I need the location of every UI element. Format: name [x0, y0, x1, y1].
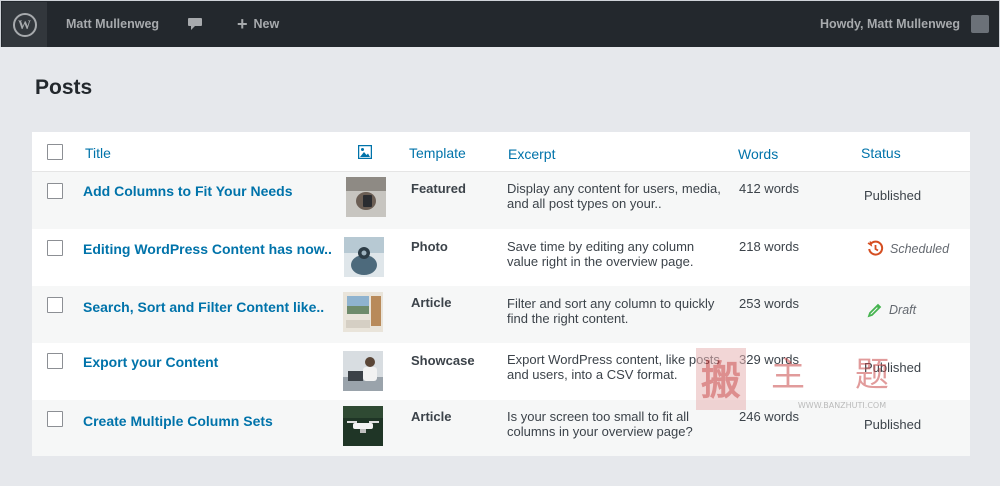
post-template: Showcase — [411, 353, 475, 368]
post-template: Photo — [411, 239, 448, 254]
column-template[interactable]: Template — [409, 145, 466, 161]
admin-bar: W Matt Mullenweg + New Howdy, Matt Mulle… — [0, 0, 1000, 47]
wordpress-logo-icon[interactable]: W — [2, 2, 47, 47]
status-label: Published — [864, 188, 922, 203]
select-all-checkbox[interactable] — [47, 144, 63, 160]
post-excerpt: Filter and sort any column to quickly fi… — [507, 296, 715, 326]
watermark-char-3: 题 — [855, 355, 889, 395]
row-checkbox[interactable] — [47, 411, 63, 427]
status-label: Scheduled — [890, 241, 950, 256]
site-name-link[interactable]: Matt Mullenweg — [66, 17, 159, 31]
status-label: Draft — [889, 303, 917, 317]
featured-image-thumbnail[interactable] — [344, 237, 384, 277]
row-checkbox[interactable] — [47, 297, 63, 313]
post-word-count: 253 words — [739, 296, 799, 311]
plus-icon: + — [237, 14, 248, 34]
post-template: Article — [411, 409, 452, 424]
post-title-link[interactable]: Create Multiple Column Sets — [83, 413, 273, 429]
post-title-link[interactable]: Export your Content — [83, 354, 218, 370]
comment-bubble-icon[interactable] — [187, 17, 203, 31]
page-title: Posts — [35, 76, 93, 99]
clock-icon — [867, 240, 884, 256]
post-template: Article — [411, 295, 452, 310]
column-status[interactable]: Status — [861, 145, 901, 161]
table-row: Editing WordPress Content has now.. Phot… — [32, 229, 970, 286]
row-checkbox[interactable] — [47, 353, 63, 369]
post-excerpt: Export WordPress content, like posts and… — [507, 352, 720, 382]
post-excerpt: Display any content for users, media, an… — [507, 181, 721, 211]
watermark-char-1: 搬 — [701, 358, 741, 404]
table-header: Title Template Excerpt Words Status — [32, 132, 970, 172]
image-icon[interactable] — [358, 145, 372, 159]
post-excerpt: Save time by editing any column value ri… — [507, 239, 695, 269]
status-badge: Published — [864, 417, 921, 432]
post-title-link[interactable]: Editing WordPress Content has now.. — [83, 241, 332, 257]
post-word-count: 218 words — [739, 239, 799, 254]
post-title-link[interactable]: Add Columns to Fit Your Needs — [83, 183, 293, 199]
new-content-button[interactable]: + New — [237, 14, 280, 34]
featured-image-thumbnail[interactable] — [343, 292, 383, 332]
watermark-url: WWW.BANZHUTI.COM — [798, 401, 886, 410]
howdy-user-link[interactable]: Howdy, Matt Mullenweg — [820, 17, 960, 31]
post-word-count: 412 words — [739, 181, 799, 196]
watermark-char-2: 主 — [771, 355, 805, 395]
post-excerpt: Is your screen too small to fit all colu… — [507, 409, 693, 439]
status-label: Published — [864, 417, 922, 432]
table-row: Search, Sort and Filter Content like.. A… — [32, 286, 970, 343]
table-row: Add Columns to Fit Your Needs Featured D… — [32, 172, 970, 229]
status-badge: Published — [864, 188, 921, 203]
featured-image-thumbnail[interactable] — [343, 351, 383, 391]
column-title[interactable]: Title — [85, 145, 111, 161]
avatar[interactable] — [971, 15, 989, 33]
pencil-icon — [867, 303, 882, 318]
featured-image-thumbnail[interactable] — [346, 177, 386, 217]
featured-image-thumbnail[interactable] — [343, 406, 383, 446]
post-template: Featured — [411, 181, 466, 196]
column-words[interactable]: Words — [738, 146, 778, 162]
post-title-link[interactable]: Search, Sort and Filter Content like.. — [83, 299, 324, 315]
row-checkbox[interactable] — [47, 183, 63, 199]
status-badge: Scheduled — [867, 240, 949, 257]
new-label: New — [253, 17, 280, 31]
watermark-logo: 搬 主 题 WWW.BANZHUTI.COM — [696, 348, 889, 410]
column-excerpt[interactable]: Excerpt — [508, 146, 555, 162]
row-checkbox[interactable] — [47, 240, 63, 256]
status-badge: Draft — [867, 302, 916, 318]
